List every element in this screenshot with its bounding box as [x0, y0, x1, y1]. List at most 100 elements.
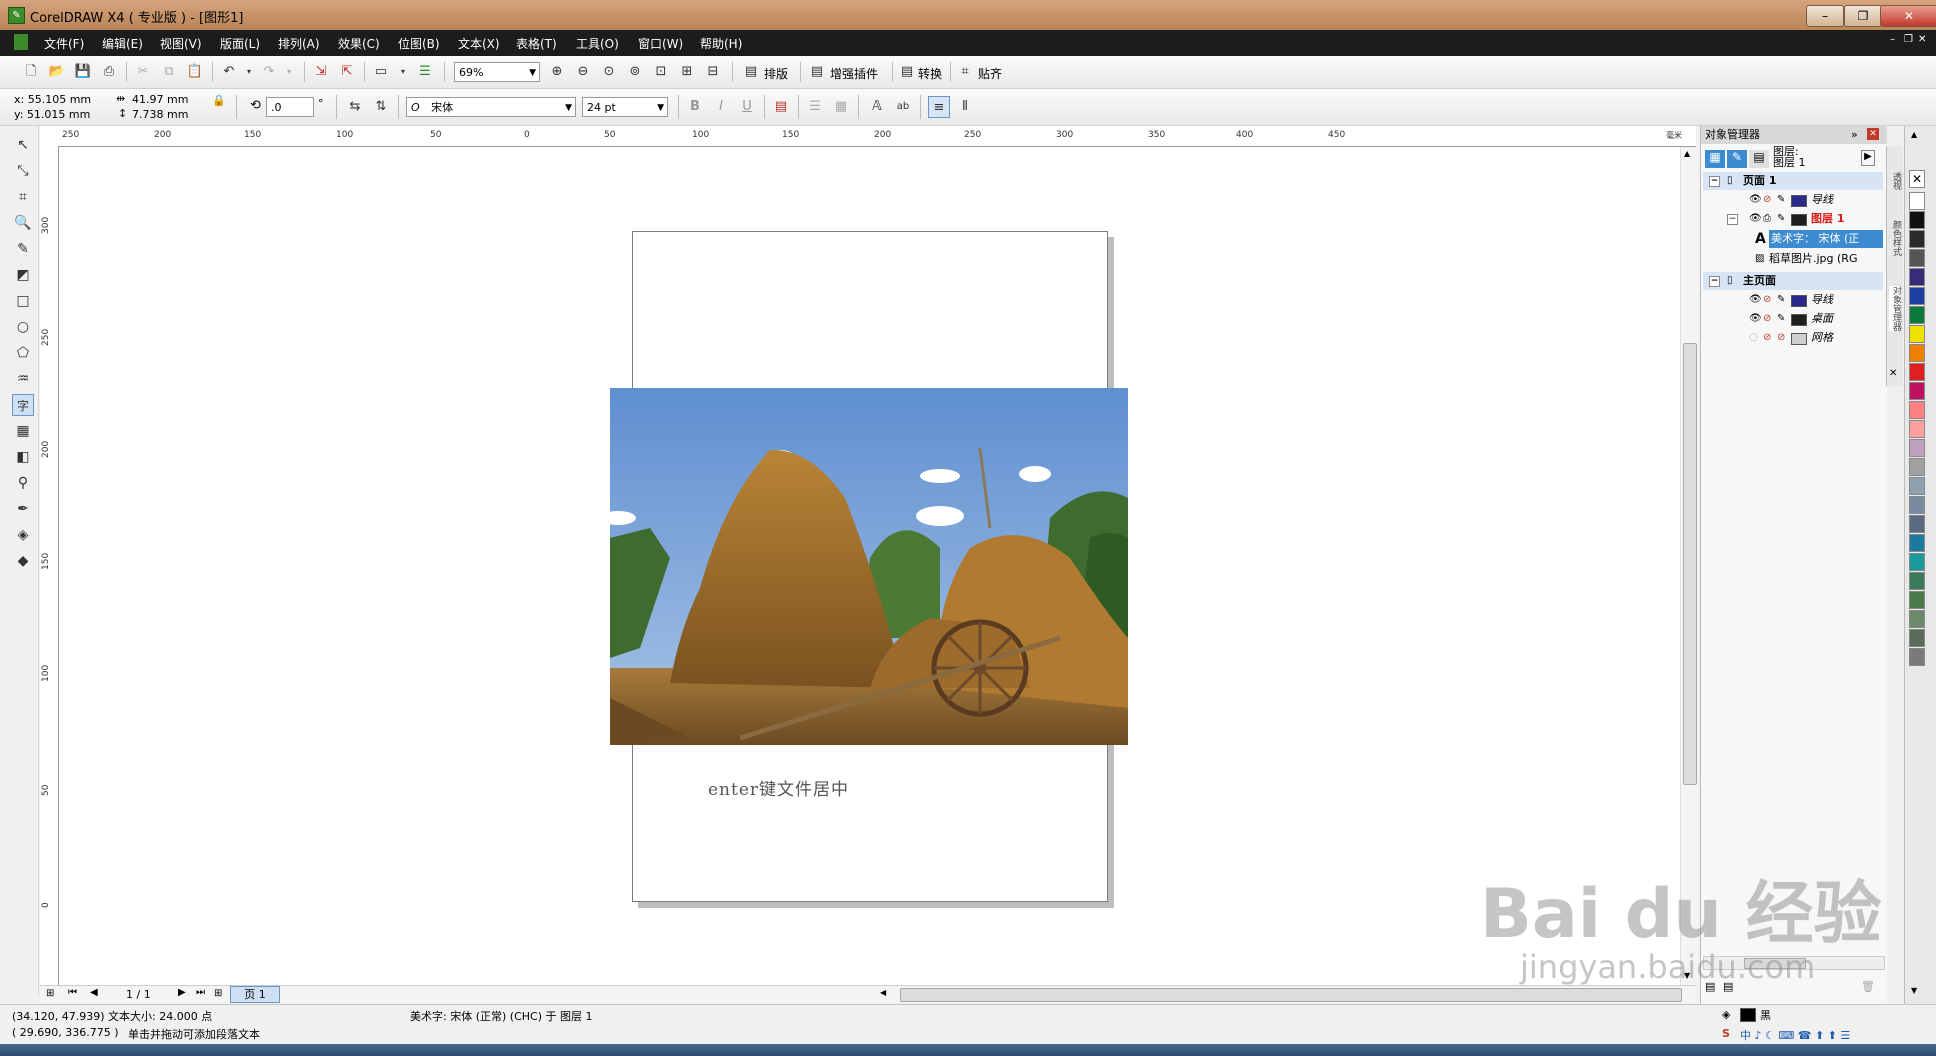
palette-color-swatch[interactable] [1909, 325, 1925, 343]
mdi-restore-icon[interactable]: ❐ [1904, 34, 1913, 45]
shape-tool-icon[interactable]: ⤡ [12, 160, 34, 182]
menu-view[interactable]: 视图(V) [160, 35, 202, 52]
mirror-vertical-icon[interactable]: ⇅ [370, 96, 392, 118]
mirror-horizontal-icon[interactable]: ⇆ [344, 96, 366, 118]
palette-color-swatch[interactable] [1909, 496, 1925, 514]
table-tool-icon[interactable]: ▦ [12, 420, 34, 442]
redo-icon[interactable]: ↷ [258, 61, 280, 83]
palette-scroll-down-icon[interactable]: ▼ [1911, 986, 1917, 995]
page-tab[interactable]: 页 1 [230, 986, 280, 1003]
menu-help[interactable]: 帮助(H) [700, 35, 742, 52]
menu-tools[interactable]: 工具(O) [576, 35, 619, 52]
smart-fill-tool-icon[interactable]: ◩ [12, 264, 34, 286]
horizontal-scroll-thumb[interactable] [900, 988, 1682, 1002]
rotation-field[interactable]: .0 [266, 97, 314, 117]
close-docker-icon[interactable]: ✕ [1867, 128, 1879, 140]
layer-color-swatch[interactable] [1791, 195, 1807, 207]
underline-icon[interactable]: U [736, 96, 758, 118]
export-icon[interactable]: ⇱ [336, 61, 358, 83]
zoom-selected-icon[interactable]: ⊙ [598, 61, 620, 83]
layer-color-swatch[interactable] [1791, 314, 1807, 326]
tree-master-guides[interactable]: 👁 ⊘ ✎ 导线 [1703, 291, 1883, 309]
tree-object-artistic-text[interactable]: A 美术字： 宋体 (正 [1703, 230, 1883, 248]
palette-color-swatch[interactable] [1909, 268, 1925, 286]
show-object-properties-icon[interactable]: ▦ [1705, 150, 1725, 168]
edit-text-icon[interactable]: ab [892, 96, 914, 118]
snap-icon[interactable]: ⌗ [954, 61, 976, 83]
undo-icon[interactable]: ↶ [218, 61, 240, 83]
palette-color-swatch[interactable] [1909, 344, 1925, 362]
layer-manager-view-icon[interactable]: ▤ [1749, 150, 1769, 168]
palette-color-swatch[interactable] [1909, 515, 1925, 533]
palette-color-swatch[interactable] [1909, 420, 1925, 438]
redo-dropdown-icon[interactable]: ▾ [278, 61, 300, 83]
eyedropper-tool-icon[interactable]: ⚲ [12, 472, 34, 494]
collapse-docker-icon[interactable]: » [1851, 126, 1858, 144]
paste-icon[interactable]: 📋 [184, 61, 206, 83]
visibility-eye-icon[interactable]: 👁 [1749, 191, 1762, 209]
x-position-field[interactable]: x: 55.105 mm [14, 93, 91, 106]
horizontal-ruler[interactable]: 250 200 150 100 50 0 50 100 150 200 250 … [40, 126, 1696, 147]
palette-color-swatch[interactable] [1909, 572, 1925, 590]
no-color-swatch[interactable]: ✕ [1909, 170, 1925, 188]
palette-color-swatch[interactable] [1909, 192, 1925, 210]
bullets-icon[interactable]: ☰ [804, 96, 826, 118]
palette-color-swatch[interactable] [1909, 591, 1925, 609]
zoom-tool-icon[interactable]: 🔍 [12, 212, 34, 234]
palette-color-swatch[interactable] [1909, 306, 1925, 324]
undo-dropdown-icon[interactable]: ▾ [238, 61, 260, 83]
print-disabled-icon[interactable]: ⊘ [1763, 191, 1771, 209]
mdi-close-icon[interactable]: ✕ [1918, 34, 1926, 45]
print-disabled-icon[interactable]: ⊘ [1763, 291, 1771, 309]
zoom-page-height-icon[interactable]: ⊟ [702, 61, 724, 83]
enhance-plugin-icon[interactable]: ▤ [806, 61, 828, 83]
menu-file[interactable]: 文件(F) [44, 35, 84, 52]
drop-cap-icon[interactable]: ▦ [830, 96, 852, 118]
palette-color-swatch[interactable] [1909, 610, 1925, 628]
printer-icon[interactable]: ⎙ [1763, 210, 1771, 228]
palette-color-swatch[interactable] [1909, 287, 1925, 305]
palette-color-swatch[interactable] [1909, 458, 1925, 476]
save-icon[interactable]: 💾 [72, 61, 94, 83]
print-disabled-icon[interactable]: ⊘ [1763, 329, 1771, 347]
y-position-field[interactable]: y: 51.015 mm [14, 108, 90, 121]
edit-across-layers-icon[interactable]: ✎ [1727, 150, 1747, 168]
tree-layer-guides[interactable]: 👁 ⊘ ✎ 导线 [1703, 191, 1883, 209]
next-page-icon[interactable]: ▶ [178, 987, 186, 998]
menu-edit[interactable]: 编辑(E) [102, 35, 143, 52]
copy-icon[interactable]: ⧉ [158, 61, 180, 83]
palette-color-swatch[interactable] [1909, 249, 1925, 267]
palette-color-swatch[interactable] [1909, 553, 1925, 571]
palette-color-swatch[interactable] [1909, 534, 1925, 552]
first-page-icon[interactable]: ⏮ [68, 987, 77, 998]
print-disabled-icon[interactable]: ⊘ [1763, 310, 1771, 328]
character-formatting-icon[interactable]: 𝔸 [866, 96, 888, 118]
tab-object-manager[interactable]: 对象管理器 [1889, 286, 1901, 331]
edit-pencil-icon[interactable]: ✎ [1777, 310, 1785, 328]
ellipse-tool-icon[interactable]: ○ [12, 316, 34, 338]
edit-disabled-icon[interactable]: ⊘ [1777, 329, 1785, 347]
layer-color-swatch[interactable] [1791, 214, 1807, 226]
bold-icon[interactable]: B [684, 96, 706, 118]
menu-table[interactable]: 表格(T) [516, 35, 557, 52]
zoom-page-width-icon[interactable]: ⊞ [676, 61, 698, 83]
fill-tool-icon[interactable]: ◈ [12, 524, 34, 546]
convert-icon[interactable]: ▤ [896, 61, 918, 83]
pick-tool-icon[interactable]: ↖ [12, 134, 34, 156]
edit-pencil-icon[interactable]: ✎ [1777, 191, 1785, 209]
convert-button[interactable]: 转换 [918, 65, 942, 82]
application-launcher-icon[interactable]: ▭ [370, 61, 392, 83]
collapse-icon[interactable]: − [1709, 276, 1720, 287]
menu-bitmaps[interactable]: 位图(B) [398, 35, 440, 52]
horizontal-text-icon[interactable]: ≡ [928, 96, 950, 118]
menu-text[interactable]: 文本(X) [458, 35, 500, 52]
scroll-up-icon[interactable]: ▲ [1684, 149, 1690, 158]
vertical-scroll-thumb[interactable] [1683, 343, 1697, 785]
tree-object-bitmap[interactable]: ▨ 稻草图片.jpg (RG [1703, 250, 1883, 268]
freehand-tool-icon[interactable]: ✎ [12, 238, 34, 260]
zoom-out-icon[interactable]: ⊖ [572, 61, 594, 83]
menu-effects[interactable]: 效果(C) [338, 35, 380, 52]
menu-window[interactable]: 窗口(W) [638, 35, 683, 52]
last-page-icon[interactable]: ⏭ [196, 987, 205, 998]
palette-color-swatch[interactable] [1909, 230, 1925, 248]
